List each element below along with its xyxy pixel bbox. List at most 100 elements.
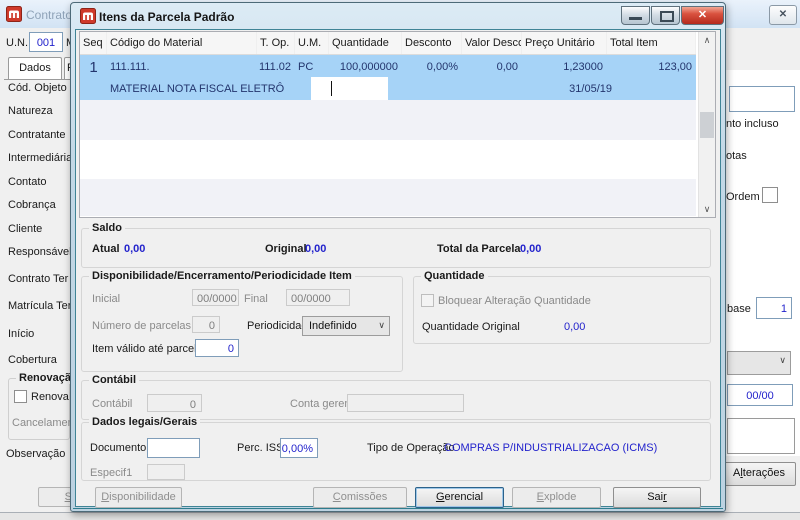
alteracoes-button[interactable]: Alterações xyxy=(722,462,796,486)
dialog-title: Itens da Parcela Padrão xyxy=(99,10,235,24)
rm-app-icon xyxy=(6,6,22,22)
contabil-label: Contábil xyxy=(92,398,133,410)
grid-empty-band xyxy=(80,179,696,216)
scrollbar-thumb[interactable] xyxy=(700,112,714,138)
contratos-bottom-edge xyxy=(0,512,800,520)
tab-dados[interactable]: Dados xyxy=(8,57,62,80)
documento-label: Documento xyxy=(90,442,147,454)
field-label-matricula-ter: Matrícula Ter xyxy=(8,300,72,312)
itens-parcela-dialog: Itens da Parcela Padrão ✕ Seq Código do … xyxy=(70,2,726,512)
perc-iss-label: Perc. ISS xyxy=(237,442,284,454)
col-header-codigo[interactable]: Código do Material xyxy=(107,32,257,54)
field-label-contrato-ter: Contrato Ter xyxy=(8,273,69,285)
quantidade-original-label: Quantidade Original xyxy=(422,321,520,333)
grid-scrollbar[interactable]: ∧ ∨ xyxy=(698,32,715,217)
col-header-um[interactable]: U.M. xyxy=(295,32,329,54)
chevron-down-icon: ∨ xyxy=(378,320,385,330)
documento-input[interactable] xyxy=(147,438,200,458)
maximize-button[interactable] xyxy=(651,6,680,25)
field-label-natureza: Natureza xyxy=(8,105,53,117)
bg-white-box[interactable] xyxy=(727,418,795,454)
renovacao-groupbox: Renovaçã xyxy=(8,372,74,440)
gerencial-button[interactable]: Gerencial xyxy=(415,487,504,508)
item-valido-label: Item válido até parcela xyxy=(92,343,203,355)
field-label-cliente: Cliente xyxy=(8,223,43,235)
field-label-cod-objeto: Cód. Objeto xyxy=(8,82,67,94)
scroll-up-icon[interactable]: ∧ xyxy=(699,32,715,48)
field-label-cobertura: Cobertura xyxy=(8,354,57,366)
final-label: Final xyxy=(244,293,268,305)
disponibilidade-group-title: Disponibilidade/Encerramento/Periodicida… xyxy=(89,270,355,282)
periodicidade-value: Indefinido xyxy=(309,320,357,332)
field-label-responsavel: Responsável xyxy=(8,246,72,258)
bg-date-input[interactable]: 00/00 xyxy=(727,384,793,406)
sair-button[interactable]: Sair xyxy=(613,487,701,508)
disponibilidade-button: Disponibilidade xyxy=(95,487,182,508)
text-caret xyxy=(331,81,332,96)
screen: Contratos ✕ U.N. 001 M Dados F Cód. Obje… xyxy=(0,0,800,520)
row-preco-unitario: 1,23000 xyxy=(563,61,603,73)
un-input[interactable]: 001 xyxy=(29,32,63,52)
dados-legais-groupbox: Dados legais/Gerais Documento Perc. ISS … xyxy=(81,416,711,481)
scroll-down-icon[interactable]: ∨ xyxy=(699,201,715,217)
maximize-icon xyxy=(660,11,674,22)
saldo-atual-label: Atual xyxy=(92,243,120,255)
un-label: U.N. xyxy=(6,37,28,49)
saldo-original-value: 0,00 xyxy=(305,243,327,255)
tab-panel-edge xyxy=(4,79,70,80)
notas-label: otas xyxy=(726,150,747,162)
col-header-quantidade[interactable]: Quantidade xyxy=(329,32,402,54)
grid-header: Seq Código do Material T. Op. U.M. Quant… xyxy=(80,32,696,55)
especif1-input xyxy=(147,464,185,480)
renovacao-checkbox[interactable] xyxy=(14,390,27,403)
bg-dropdown[interactable]: ∨ xyxy=(727,351,791,375)
inline-edit-input[interactable] xyxy=(311,77,388,100)
itens-grid: Seq Código do Material T. Op. U.M. Quant… xyxy=(79,31,716,218)
dialog-close-button[interactable]: ✕ xyxy=(681,6,724,25)
numero-parcelas-label: Número de parcelas xyxy=(92,320,192,332)
field-label-contratante: Contratante xyxy=(8,129,66,141)
contabil-groupbox: Contábil Contábil 0 Conta gerencial xyxy=(81,374,711,420)
col-header-t-op[interactable]: T. Op. xyxy=(257,32,295,54)
grid-empty-band xyxy=(80,100,696,140)
base-input[interactable]: 1 xyxy=(756,297,792,319)
row-t-op: 111.02 xyxy=(258,61,291,73)
minimize-button[interactable] xyxy=(621,6,650,25)
observacao-label: Observação xyxy=(6,448,66,460)
minimize-icon xyxy=(629,17,642,20)
renovacao-group-title: Renovaçã xyxy=(16,372,74,384)
explode-button: Explode xyxy=(512,487,601,508)
inicial-label: Inicial xyxy=(92,293,121,305)
col-header-preco-unitario[interactable]: Preço Unitário xyxy=(522,32,607,54)
perc-iss-input[interactable]: 0,00% xyxy=(280,438,318,458)
row-codigo: 111.111. xyxy=(110,61,150,73)
renovacao-checkbox-label: Renova xyxy=(31,391,69,403)
quantidade-original-value: 0,00 xyxy=(564,321,586,333)
bloquear-alteracao-label: Bloquear Alteração Quantidade xyxy=(438,295,591,307)
close-icon: ✕ xyxy=(697,9,708,21)
contratos-close-button[interactable]: ✕ xyxy=(769,5,797,25)
tipo-operacao-value: COMPRAS P/INDUSTRIALIZACAO (ICMS) xyxy=(444,442,658,454)
col-header-seq[interactable]: Seq xyxy=(80,32,107,54)
especif1-label: Especif1 xyxy=(90,467,133,479)
rm-dialog-icon xyxy=(80,8,96,24)
ordem-label: Ordem xyxy=(726,191,760,203)
row-desconto: 0,00% xyxy=(426,61,458,73)
dados-legais-group-title: Dados legais/Gerais xyxy=(89,416,201,428)
ordem-checkbox[interactable] xyxy=(762,187,778,203)
field-label-intermediaria: Intermediária xyxy=(8,152,73,164)
item-valido-input[interactable]: 0 xyxy=(195,339,239,357)
col-header-total-item[interactable]: Total Item xyxy=(607,32,696,54)
numero-parcelas-input: 0 xyxy=(192,316,220,333)
saldo-total-label: Total da Parcela xyxy=(437,243,521,255)
grid-row-selected[interactable]: 1 111.111. 111.02 PC 100,000000 0,00% 0,… xyxy=(80,55,696,100)
col-header-valor-desconto[interactable]: Valor Desconto xyxy=(462,32,522,54)
quantidade-groupbox: Quantidade Bloquear Alteração Quantidade… xyxy=(413,270,711,344)
grid-empty-band xyxy=(80,140,696,179)
saldo-atual-value: 0,00 xyxy=(124,243,146,255)
periodicidade-dropdown[interactable]: Indefinido ∨ xyxy=(302,316,390,336)
bg-right-input[interactable] xyxy=(729,86,795,112)
base-label: base xyxy=(727,303,751,315)
col-header-desconto[interactable]: Desconto xyxy=(402,32,462,54)
row-seq: 1 xyxy=(89,59,98,76)
